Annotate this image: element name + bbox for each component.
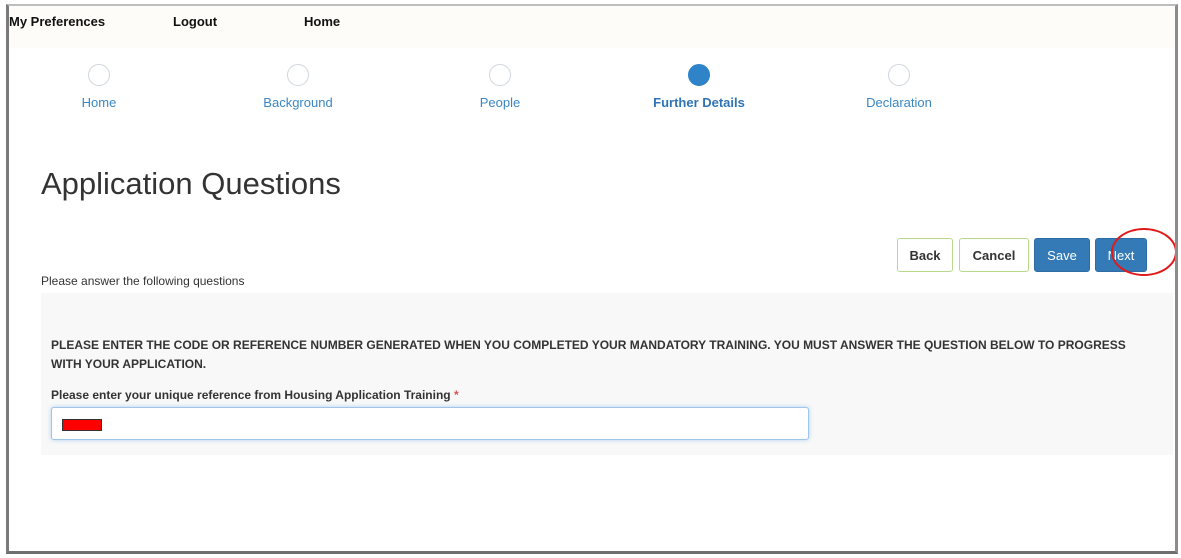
step-circle-icon	[88, 64, 110, 86]
step-home[interactable]: Home	[19, 64, 179, 110]
progress-stepper: Home Background People Further Details D…	[9, 64, 1175, 124]
instruction-text: Please answer the following questions	[41, 274, 245, 288]
step-label: Further Details	[653, 95, 745, 110]
top-navigation: My Preferences Logout Home	[9, 6, 1175, 48]
next-button[interactable]: Next	[1095, 238, 1147, 272]
step-label: Background	[263, 95, 333, 110]
step-circle-icon	[489, 64, 511, 86]
step-circle-icon	[287, 64, 309, 86]
reference-field-label-text: Please enter your unique reference from …	[51, 388, 451, 402]
save-button[interactable]: Save	[1034, 238, 1090, 272]
required-marker: *	[453, 388, 459, 402]
question-text: PLEASE ENTER THE CODE OR REFERENCE NUMBE…	[51, 338, 1126, 371]
action-toolbar: Back Cancel Save Next	[897, 238, 1167, 274]
step-circle-filled-icon	[688, 64, 710, 86]
step-label: People	[479, 95, 521, 110]
step-declaration[interactable]: Declaration	[819, 64, 979, 110]
redacted-value	[62, 419, 102, 431]
cancel-button[interactable]: Cancel	[959, 238, 1029, 272]
step-further-details[interactable]: Further Details	[619, 64, 779, 110]
app-window: My Preferences Logout Home Home Backgrou…	[6, 4, 1178, 554]
question-panel: PLEASE ENTER THE CODE OR REFERENCE NUMBE…	[41, 293, 1173, 455]
page-title: Application Questions	[41, 166, 341, 201]
nav-home[interactable]: Home	[304, 14, 340, 29]
nav-my-preferences[interactable]: My Preferences	[9, 14, 105, 29]
reference-input[interactable]	[51, 407, 809, 440]
step-background[interactable]: Background	[218, 64, 378, 110]
step-people[interactable]: People	[420, 64, 580, 110]
step-label: Home	[81, 95, 117, 110]
nav-logout[interactable]: Logout	[173, 14, 217, 29]
back-button[interactable]: Back	[897, 238, 953, 272]
step-label: Declaration	[866, 95, 932, 110]
step-circle-icon	[888, 64, 910, 86]
reference-field-label: Please enter your unique reference from …	[51, 388, 459, 402]
